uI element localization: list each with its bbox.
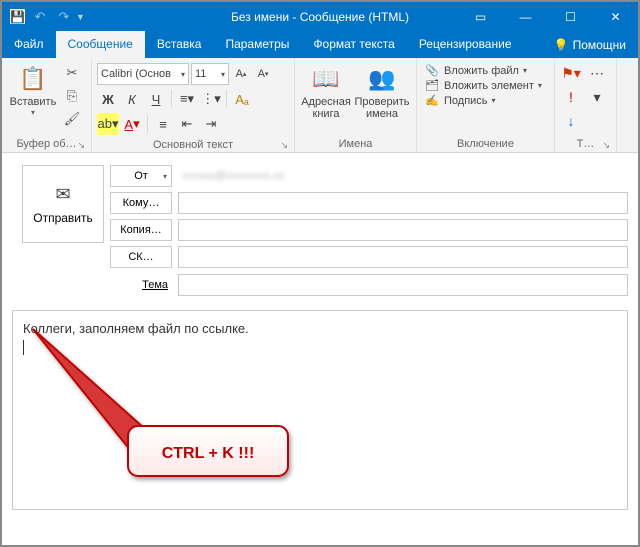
ribbon-tabs: Файл Сообщение Вставка Параметры Формат … [2, 31, 638, 58]
chevron-down-icon: ▾ [31, 108, 35, 117]
ribbon: 📋 Вставить ▾ ✂ ⎘ 🖌 Буфер об…↘ Calibri (О… [2, 58, 638, 153]
low-importance-button[interactable]: ↓ [560, 111, 582, 131]
follow-up-flag-button[interactable]: ⚑▾ [560, 63, 582, 83]
dialog-launcher-icon[interactable]: ↘ [280, 140, 288, 151]
save-icon[interactable]: 💾 [10, 9, 25, 24]
tab-message[interactable]: Сообщение [56, 31, 145, 58]
titlebar: 💾 ↶ ↷ ▼ Без имени - Сообщение (HTML) ▭ ―… [2, 2, 638, 31]
bcc-input[interactable] [178, 246, 628, 268]
send-label: Отправить [33, 211, 93, 225]
copy-button[interactable]: ⎘ [62, 86, 82, 106]
paste-button[interactable]: 📋 Вставить ▾ [5, 61, 61, 119]
attach-item-icon: 🗂 [424, 79, 440, 92]
dialog-launcher-icon[interactable]: ↘ [602, 140, 610, 151]
address-book-icon: 📖 [310, 63, 342, 95]
font-size-value: 11 [195, 68, 206, 80]
redo-icon[interactable]: ↷ [55, 8, 73, 26]
compose-header: ✉ Отправить От xxxxxx@xxxxxxxx.xx Кому… … [2, 153, 638, 296]
qat-dropdown-icon[interactable]: ▼ [76, 12, 85, 22]
body-line-1: Коллеги, заполняем файл по ссылке. [23, 321, 617, 336]
attach-item-button[interactable]: 🗂Вложить элемент ▾ [422, 78, 544, 93]
paste-icon: 📋 [17, 63, 49, 95]
highlight-button[interactable]: ab▾ [97, 113, 119, 135]
increase-font-button[interactable]: A▴ [231, 64, 251, 84]
message-body-editor[interactable]: Коллеги, заполняем файл по ссылке. CTRL … [12, 310, 628, 510]
window-controls: ▭ ― ☐ ✕ [458, 2, 638, 31]
callout-annotation: CTRL + K !!! [113, 371, 333, 514]
from-value: xxxxxx@xxxxxxxx.xx [178, 165, 628, 187]
group-basic-text: Calibri (Основ▾ 11▾ A▴ A▾ Ж К Ч ≡▾ ⋮▾ [92, 58, 295, 152]
bcc-button[interactable]: СК… [110, 246, 172, 268]
group-tags: ⚑▾ ! ↓ ⋯ ▾ Т… ↘ [555, 58, 617, 152]
text-cursor [23, 340, 24, 355]
close-button[interactable]: ✕ [593, 2, 638, 31]
tab-format[interactable]: Формат текста [301, 31, 406, 58]
dialog-launcher-icon[interactable]: ↘ [77, 140, 85, 151]
group-include: 📎Вложить файл ▾ 🗂Вложить элемент ▾ ✍Подп… [417, 58, 555, 152]
chevron-down-icon[interactable]: ▾ [586, 87, 608, 107]
undo-icon[interactable]: ↶ [31, 8, 49, 26]
callout-text: CTRL + K !!! [162, 445, 255, 462]
group-clipboard: 📋 Вставить ▾ ✂ ⎘ 🖌 Буфер об…↘ [2, 58, 92, 152]
font-color-button[interactable]: A▾ [121, 113, 143, 135]
group-names: 📖 Адреснаякнига 👥 Проверитьимена Имена [295, 58, 417, 152]
group-include-label: Включение [457, 138, 514, 150]
tell-me-label: Помощни [573, 38, 626, 52]
italic-button[interactable]: К [121, 88, 143, 110]
to-button[interactable]: Кому… [110, 192, 172, 214]
tab-options[interactable]: Параметры [213, 31, 301, 58]
bullets-button[interactable]: ≡▾ [176, 88, 198, 110]
maximize-button[interactable]: ☐ [548, 2, 593, 31]
group-names-label: Имена [339, 138, 373, 150]
send-icon: ✉ [55, 184, 70, 205]
from-button[interactable]: От [110, 165, 172, 187]
bold-button[interactable]: Ж [97, 88, 119, 110]
increase-indent-button[interactable]: ⇥ [200, 113, 222, 135]
cc-button[interactable]: Копия… [110, 219, 172, 241]
signature-button[interactable]: ✍Подпись ▾ [422, 93, 498, 108]
tags-overflow-button[interactable]: ⋯ [586, 63, 608, 83]
quick-access-toolbar: 💾 ↶ ↷ ▼ [2, 8, 85, 26]
cut-button[interactable]: ✂ [62, 63, 82, 83]
subject-input[interactable] [178, 274, 628, 296]
to-input[interactable] [178, 192, 628, 214]
check-names-icon: 👥 [366, 63, 398, 95]
group-tags-label: Т… [577, 138, 595, 150]
ribbon-options-icon[interactable]: ▭ [458, 2, 503, 31]
address-book-button[interactable]: 📖 Адреснаякнига [298, 61, 354, 122]
font-name-selector[interactable]: Calibri (Основ▾ [97, 63, 189, 85]
tab-insert[interactable]: Вставка [145, 31, 214, 58]
minimize-button[interactable]: ― [503, 2, 548, 31]
numbering-button[interactable]: ⋮▾ [200, 88, 222, 110]
decrease-font-button[interactable]: A▾ [253, 64, 273, 84]
subject-label: Тема [110, 279, 172, 291]
clear-formatting-button[interactable]: Aₐ [231, 88, 253, 110]
group-clipboard-label: Буфер об… [16, 138, 76, 150]
align-left-button[interactable]: ≡ [152, 113, 174, 135]
group-basic-text-label: Основной текст [153, 139, 233, 151]
high-importance-button[interactable]: ! [560, 87, 582, 107]
check-names-button[interactable]: 👥 Проверитьимена [354, 61, 410, 122]
compose-window: 💾 ↶ ↷ ▼ Без имени - Сообщение (HTML) ▭ ―… [0, 0, 640, 547]
paste-label: Вставить [10, 96, 57, 108]
font-size-selector[interactable]: 11▾ [191, 63, 229, 85]
tab-tell-me[interactable]: 💡 Помощни [542, 31, 638, 58]
decrease-indent-button[interactable]: ⇤ [176, 113, 198, 135]
lightbulb-icon: 💡 [554, 38, 569, 52]
cc-input[interactable] [178, 219, 628, 241]
signature-icon: ✍ [424, 94, 440, 107]
tab-file[interactable]: Файл [2, 31, 56, 58]
font-name-value: Calibri (Основ [101, 68, 171, 80]
format-painter-button[interactable]: 🖌 [62, 109, 82, 129]
paperclip-icon: 📎 [424, 64, 440, 77]
tab-review[interactable]: Рецензирование [407, 31, 524, 58]
underline-button[interactable]: Ч [145, 88, 167, 110]
attach-file-button[interactable]: 📎Вложить файл ▾ [422, 63, 529, 78]
send-button[interactable]: ✉ Отправить [22, 165, 104, 243]
